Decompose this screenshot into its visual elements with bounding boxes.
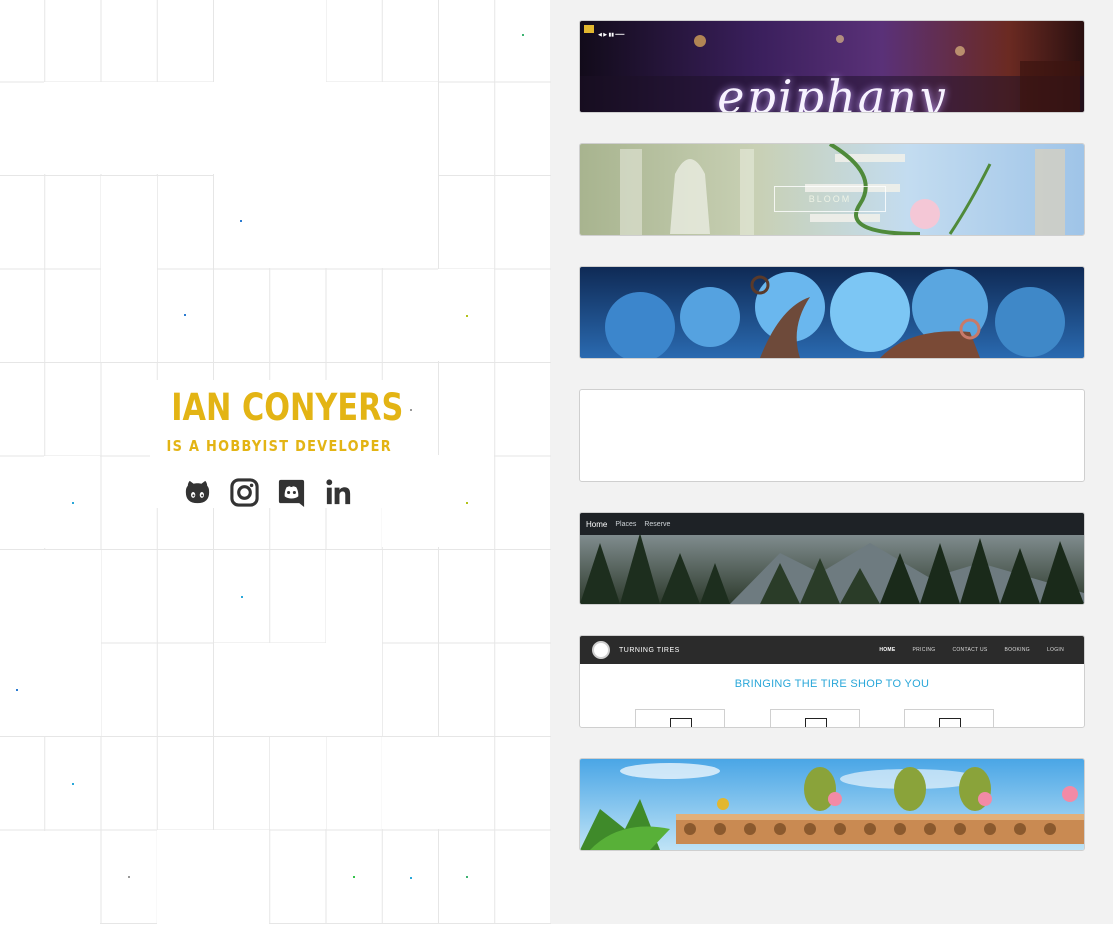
car-icon: [670, 718, 692, 727]
social-links: [150, 477, 386, 508]
project-nav-item: Reserve: [644, 520, 671, 528]
wrench-icon: [805, 718, 827, 727]
project-card-places[interactable]: Home Places Reserve: [579, 512, 1085, 605]
project-brand: TURNING TIRES: [619, 646, 680, 654]
project-card-game[interactable]: [579, 758, 1085, 851]
project-nav-item: Places: [615, 520, 637, 528]
project-card-turning-tires[interactable]: TURNING TIRES HOME PRICING CONTACT US BO…: [579, 635, 1085, 728]
instagram-link[interactable]: [229, 477, 260, 508]
github-icon: [185, 480, 210, 503]
discord-icon: [278, 479, 305, 507]
project-title-art: epiphany: [717, 70, 947, 113]
project-nav-item: Home: [586, 519, 608, 529]
project-heading: BRINGING THE TIRE SHOP TO YOU: [734, 678, 930, 690]
project-thumbnail: [580, 267, 1084, 358]
hero-section: IAN CONYERS IS A HOBBYIST DEVELOPER: [150, 380, 404, 508]
project-nav-item: CONTACT US: [952, 647, 988, 653]
project-nav-bar: TURNING TIRES HOME PRICING CONTACT US BO…: [580, 636, 1084, 664]
project-nav-item: LOGIN: [1046, 647, 1064, 653]
profile-name: IAN CONYERS: [171, 386, 404, 429]
discord-link[interactable]: [276, 477, 307, 508]
project-thumbnail: [580, 759, 1084, 850]
truck-icon: [939, 718, 961, 727]
linkedin-icon: [326, 479, 351, 504]
projects-panel: ◀ ▶ ▮▮ ━━━ epiphany BLOOM Home Places Re…: [551, 0, 1113, 924]
tire-logo-icon: [592, 641, 610, 659]
wrench-icon-card: [770, 709, 860, 727]
project-card-bloom[interactable]: BLOOM: [579, 143, 1085, 236]
project-nav-item: HOME: [879, 647, 896, 653]
project-nav-item: PRICING: [912, 647, 936, 653]
project-card-forest[interactable]: [579, 266, 1085, 359]
project-card-epiphany[interactable]: ◀ ▶ ▮▮ ━━━ epiphany: [579, 20, 1085, 113]
project-card-blank[interactable]: [579, 389, 1085, 482]
grid-background-panel: IAN CONYERS IS A HOBBYIST DEVELOPER: [0, 0, 551, 924]
profile-tagline: IS A HOBBYIST DEVELOPER: [166, 436, 392, 455]
car-icon-card: [635, 709, 725, 727]
github-link[interactable]: [182, 477, 213, 508]
instagram-icon: [230, 478, 259, 507]
linkedin-link[interactable]: [323, 477, 354, 508]
project-title-art: BLOOM: [774, 186, 886, 212]
project-nav-item: BOOKING: [1004, 647, 1030, 653]
project-nav-bar: Home Places Reserve: [580, 513, 1084, 535]
truck-icon-card: [904, 709, 994, 727]
project-toolbar-text: ◀ ▶ ▮▮ ━━━: [598, 32, 625, 38]
